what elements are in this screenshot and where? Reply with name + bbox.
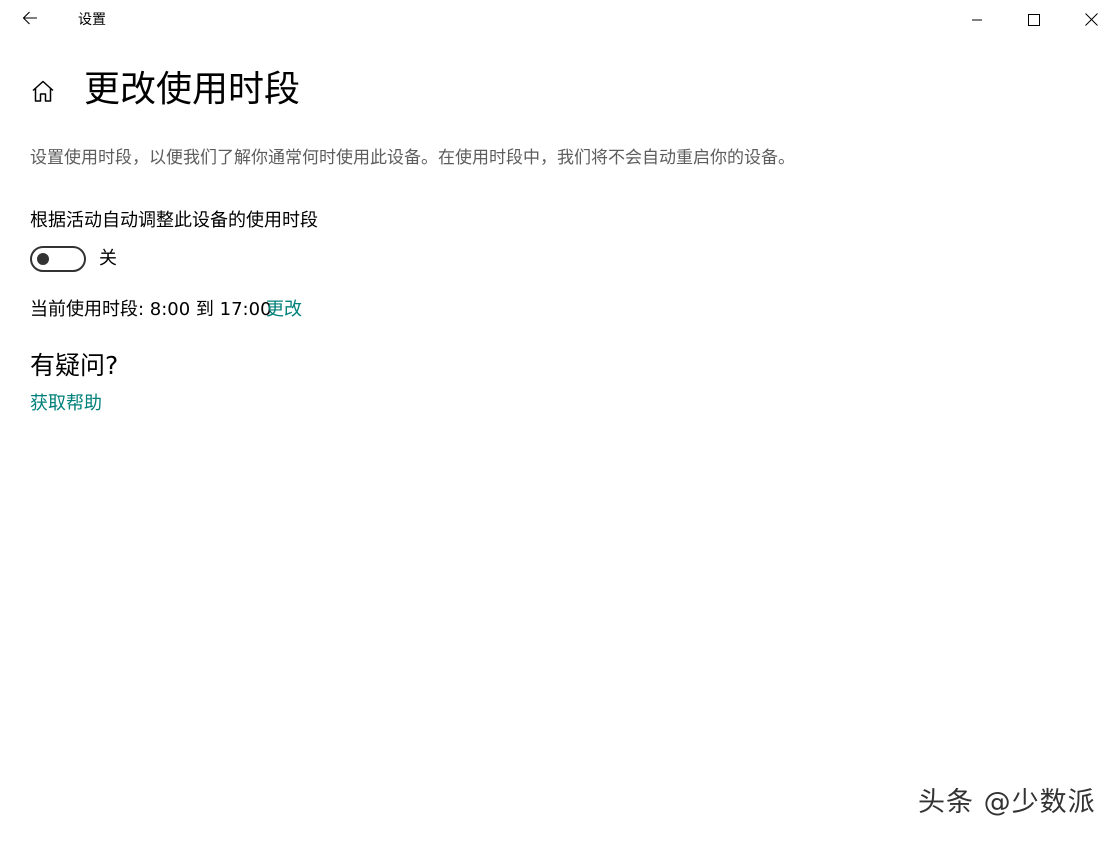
back-button[interactable] — [12, 4, 48, 36]
minimize-icon — [971, 11, 983, 30]
title-bar: 设置 — [0, 0, 1120, 40]
current-active-hours: 当前使用时段: 8:00 到 17:00 — [30, 299, 272, 320]
auto-adjust-toggle[interactable] — [30, 246, 86, 272]
back-arrow-icon — [22, 10, 38, 30]
minimize-button[interactable] — [949, 0, 1005, 40]
maximize-button[interactable] — [1006, 0, 1062, 40]
maximize-icon — [1028, 11, 1040, 30]
close-icon — [1084, 11, 1098, 30]
toggle-knob — [37, 253, 49, 265]
settings-window: 设置 更改使用时段 设置使用时段，以便我们了解你通常何时使用此设备。在使用时段中… — [0, 0, 1120, 842]
page-title: 更改使用时段 — [84, 69, 301, 110]
auto-adjust-label: 根据活动自动调整此设备的使用时段 — [30, 210, 318, 231]
close-button[interactable] — [1063, 0, 1119, 40]
watermark: 头条 @少数派 — [918, 787, 1096, 818]
app-title: 设置 — [78, 12, 106, 28]
change-active-hours-link[interactable]: 更改 — [266, 298, 302, 322]
get-help-link[interactable]: 获取帮助 — [30, 392, 102, 416]
page-description: 设置使用时段，以便我们了解你通常何时使用此设备。在使用时段中，我们将不会自动重启… — [30, 148, 795, 168]
toggle-state-label: 关 — [99, 248, 117, 269]
faq-heading: 有疑问? — [30, 351, 119, 380]
home-icon[interactable] — [28, 76, 58, 106]
